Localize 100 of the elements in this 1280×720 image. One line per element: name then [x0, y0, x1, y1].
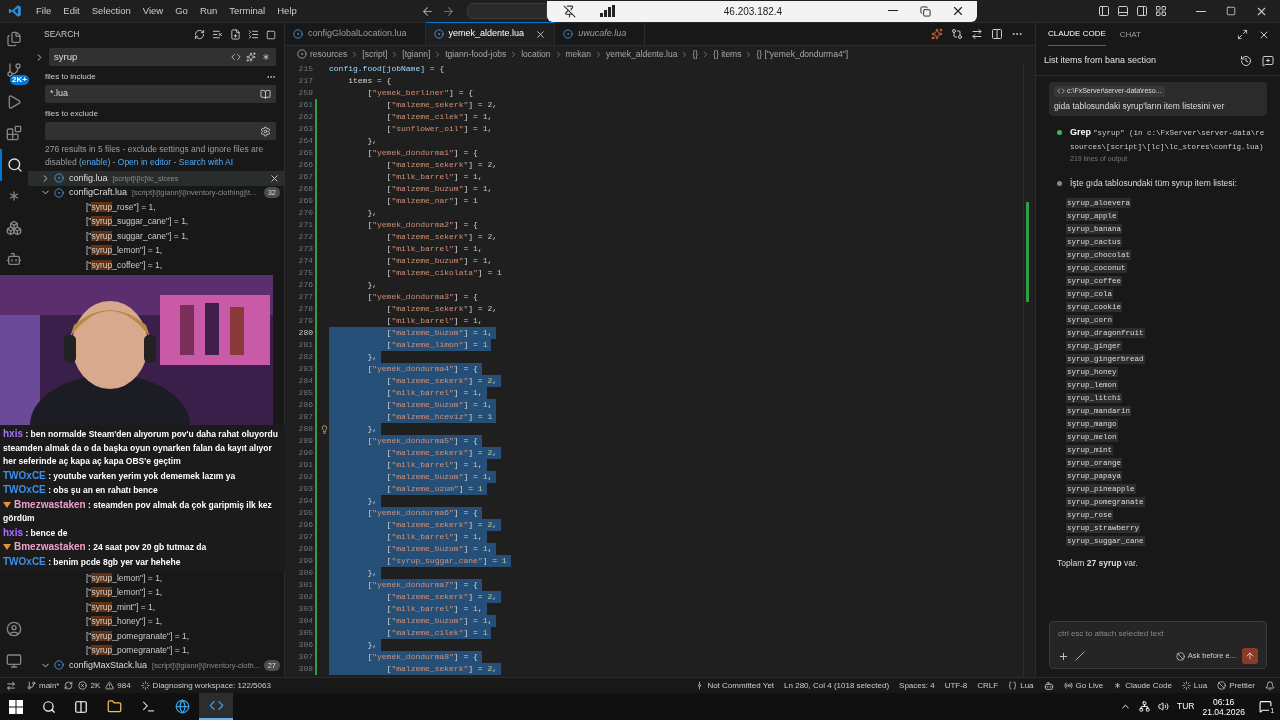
search-result-line[interactable]: ["syrup_rose"] = 1,	[28, 200, 284, 215]
search-result-line[interactable]: ["syrup_lemon"] = 1,	[28, 585, 284, 600]
search-result-line[interactable]: ["syrup_pomegranate"] = 1,	[28, 643, 284, 658]
search-icon	[42, 699, 56, 714]
toggle-sidebar-button[interactable]	[1098, 5, 1110, 17]
editor-tab[interactable]: yemek_aldente.lua	[425, 22, 556, 45]
breadcrumb-item[interactable]: {}	[692, 47, 699, 61]
prettier-status[interactable]: Prettier	[1212, 678, 1260, 693]
line-number: 264	[297, 135, 313, 147]
new-chat-button[interactable]	[1262, 54, 1274, 67]
exclude-field[interactable]	[45, 122, 276, 140]
indentation-status[interactable]: Spaces: 4	[894, 678, 940, 693]
claude-action-button[interactable]	[931, 27, 943, 40]
include-field[interactable]: *.lua	[45, 85, 276, 103]
problems-status[interactable]: 2K 984	[73, 678, 136, 693]
split-editor-button[interactable]	[991, 27, 1003, 40]
editor-tab[interactable]: configGlobalLocation.lua	[285, 22, 426, 45]
menu-item[interactable]: Selection	[85, 0, 137, 22]
search-result-line[interactable]: ["syrup_mint"] = 1,	[28, 600, 284, 615]
new-search-editor-button[interactable]	[230, 29, 241, 40]
scrollbar-thumb[interactable]	[1026, 202, 1029, 302]
maximize-panel-button[interactable]	[1237, 28, 1248, 41]
new-chat-icon	[1262, 54, 1274, 67]
add-button[interactable]	[1058, 650, 1069, 662]
encoding-status[interactable]: UTF-8	[939, 678, 973, 693]
sync-button[interactable]	[64, 681, 74, 690]
lua-server-status[interactable]: Lua	[1176, 678, 1213, 693]
search-result-line[interactable]: ["syrup_suggar_cane"] = 1,	[28, 214, 284, 229]
menu-item[interactable]: Run	[193, 0, 224, 22]
go-live-button[interactable]: Go Live	[1058, 678, 1109, 693]
toggle-secondary-sidebar-button[interactable]	[1136, 5, 1148, 17]
remote-icon	[6, 680, 16, 691]
search-result-line[interactable]: ["syrup_honey"] = 1,	[28, 614, 284, 629]
menu-item[interactable]: Go	[169, 0, 194, 22]
input-language[interactable]: TUR	[1176, 700, 1195, 713]
breadcrumb-item[interactable]: mekan	[565, 47, 592, 61]
lua-file-icon	[54, 660, 64, 671]
menu-item[interactable]: File	[30, 0, 58, 22]
view-as-tree-button[interactable]	[248, 29, 259, 40]
send-button[interactable]	[1242, 648, 1258, 664]
compare-button[interactable]	[951, 27, 963, 40]
dismiss-button[interactable]	[269, 172, 280, 184]
menu-item[interactable]: Terminal	[223, 0, 272, 22]
message-link[interactable]: Search with AI	[178, 157, 234, 167]
menu-item[interactable]: Help	[271, 0, 303, 22]
breadcrumb-item[interactable]: yemek_aldente.lua	[606, 47, 678, 61]
diff-button[interactable]	[971, 27, 983, 40]
collapse-all-button[interactable]	[266, 29, 276, 40]
commands-button[interactable]	[1075, 651, 1085, 661]
code-line: ["malzeme_sekerk"] = 2,	[385, 159, 499, 171]
message-link[interactable]: Open in editor	[117, 157, 172, 167]
forward-button[interactable]	[441, 4, 455, 18]
search-field[interactable]: syrup	[49, 48, 276, 66]
customize-layout-button[interactable]	[1155, 5, 1167, 17]
cursor-position[interactable]: Ln 280, Col 4 (1018 selected)	[779, 678, 895, 693]
breadcrumb-item[interactable]: {} ["yemek_dondurma4"]	[756, 47, 848, 61]
start-icon[interactable]	[9, 699, 23, 714]
language-mode[interactable]: Lua	[1003, 678, 1039, 693]
breadcrumb-item[interactable]: [script]	[362, 47, 388, 61]
search-result-line[interactable]: ["syrup_lemon"] = 1,	[28, 243, 284, 258]
task-status[interactable]: Diagnosing workspace: 122/5063	[135, 678, 276, 693]
panel-tab[interactable]: CHAT	[1119, 23, 1141, 46]
sidebar-title: SEARCH	[44, 28, 80, 41]
line-number: 294	[297, 495, 313, 507]
toggle-panel-button[interactable]	[1117, 5, 1129, 17]
notification-badge: 2K+	[10, 75, 29, 85]
panel-tab[interactable]: CLAUDE CODE	[1048, 23, 1106, 46]
code-editor-button[interactable]	[199, 693, 233, 720]
claude-code-status[interactable]: Claude Code	[1108, 678, 1177, 693]
source-control-button[interactable]: 2K+	[0, 54, 28, 86]
breadcrumb-item[interactable]: tgiann-food-jobs	[445, 47, 507, 61]
minimize-icon	[888, 10, 899, 11]
maximize-button[interactable]	[1226, 6, 1236, 16]
blame-status[interactable]: Not Committed Yet	[690, 678, 780, 693]
code-line: ["malzeme_sekerk"] = 2,	[385, 231, 499, 243]
prompt-field[interactable]: ctrl esc to attach selected text	[1058, 628, 1258, 640]
clear-results-button[interactable]	[212, 29, 223, 40]
breadcrumb-item[interactable]: resources	[310, 47, 348, 61]
history-button[interactable]	[1240, 54, 1252, 67]
send-icon	[1245, 651, 1255, 661]
restore-button[interactable]	[919, 4, 931, 18]
breadcrumb-item[interactable]: location	[521, 47, 551, 61]
line-ending-status[interactable]: CRLF	[972, 678, 1004, 693]
breadcrumb-item[interactable]: {} items	[713, 47, 742, 61]
menu-item[interactable]: Edit	[57, 0, 86, 22]
back-button[interactable]	[420, 4, 434, 18]
search-result-line[interactable]: ["syrup_lemon"] = 1,	[28, 571, 284, 586]
file-name: configMaxStack.lua	[69, 658, 148, 672]
line-number: 303	[297, 603, 313, 615]
lightbulb-icon[interactable]	[319, 424, 329, 434]
search-result-line[interactable]: ["syrup_suggar_cane"] = 1,	[28, 229, 284, 244]
breadcrumb-item[interactable]: [tgiann]	[402, 47, 431, 61]
refresh-button[interactable]	[194, 29, 205, 40]
pin-off-icon	[562, 4, 576, 18]
search-result-line[interactable]: ["syrup_pomegranate"] = 1,	[28, 629, 284, 644]
explorer-icon	[6, 30, 22, 47]
search-result-line[interactable]: ["syrup_coffee"] = 1,	[28, 258, 284, 273]
branch-status[interactable]: main*	[22, 678, 65, 693]
menu-item[interactable]: View	[136, 0, 170, 22]
editor-tab[interactable]: uwucafe.lua	[555, 22, 646, 45]
